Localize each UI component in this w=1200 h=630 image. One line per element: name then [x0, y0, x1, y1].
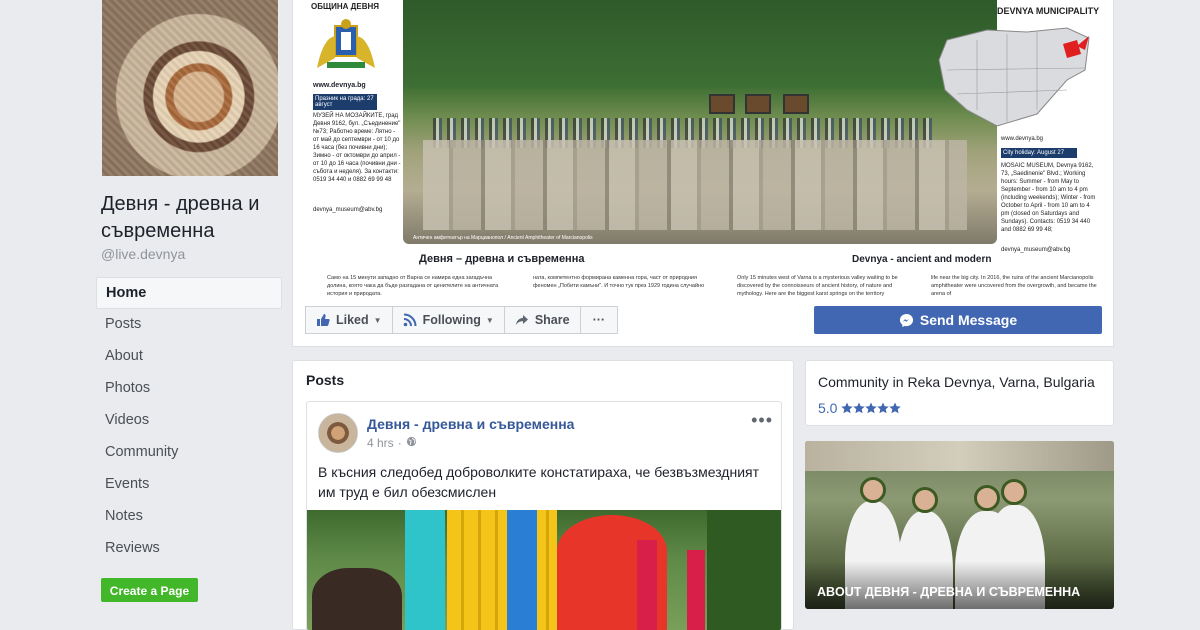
liked-button[interactable]: Liked ▼	[305, 306, 393, 334]
rating-stars	[841, 402, 902, 415]
globe-icon[interactable]	[406, 436, 417, 450]
rating-value: 5.0	[818, 400, 838, 416]
posts-card: Posts Девня - древна и съвременна 4 hrs …	[292, 360, 794, 630]
page-rating[interactable]: 5.0	[818, 400, 902, 416]
page-handle[interactable]: @live.devnya	[101, 246, 185, 262]
thumbs-up-icon	[316, 313, 330, 327]
cover-body-en-2: life near the big city. In 2016, the rui…	[931, 275, 1097, 296]
cover-municipality-en: DEVNYA MUNICIPALITY	[997, 6, 1100, 16]
page-actions: Liked ▼ Following ▼ Share ···	[305, 306, 619, 334]
cover-body-en: Only 15 minutes west of Varna is a myste…	[737, 275, 898, 296]
post-text: В късния следобед доброволките констатир…	[318, 464, 760, 500]
avatar[interactable]	[318, 413, 358, 453]
share-arrow-icon	[515, 313, 529, 327]
coat-of-arms-icon	[317, 19, 375, 68]
cover-municipality-bg: ОБЩИНА ДЕВНЯ	[311, 2, 379, 11]
cover-photo-caption: Античен амфитеатър на Марцианопол / Anci…	[413, 235, 593, 241]
cover-museum-en: MOSAIC MUSEUM, Devnya 9162, 73, „Saedine…	[1001, 163, 1096, 233]
cover-email-en: devnya_museum@abv.bg	[1001, 247, 1071, 253]
cover-photo[interactable]: ОБЩИНА ДЕВНЯ www.devnya.bg Празник на гр…	[307, 0, 1101, 296]
nav-item-notes[interactable]: Notes	[96, 501, 282, 533]
liked-label: Liked	[336, 313, 369, 327]
create-page-button[interactable]: Create a Page	[101, 578, 198, 602]
post-options-icon[interactable]: •••	[751, 410, 773, 431]
messenger-icon	[899, 313, 914, 328]
cover-email-bg: devnya_museum@abv.bg	[313, 207, 383, 213]
rss-icon	[403, 313, 417, 327]
about-photo-label: ABOUT ДЕВНЯ - ДРЕВНА И СЪВРЕМЕННА	[817, 585, 1081, 599]
send-message-label: Send Message	[919, 312, 1018, 328]
about-photo-card[interactable]: ABOUT ДЕВНЯ - ДРЕВНА И СЪВРЕМЕННА	[805, 441, 1114, 609]
cover-body-bg-2: ната, компетентно формирана каменна гора…	[533, 275, 705, 289]
cover-caption-bg: Девня – древна и съвременна	[419, 253, 585, 265]
following-button[interactable]: Following ▼	[391, 306, 505, 334]
nav-item-reviews[interactable]: Reviews	[96, 533, 282, 565]
cover-body-bg: Само на 15 минути западно от Варна се на…	[327, 275, 499, 296]
post-meta: 4 hrs ·	[367, 436, 417, 450]
page-category-location[interactable]: Community in Reka Devnya, Varna, Bulgari…	[818, 374, 1095, 390]
cover-left-panel: ОБЩИНА ДЕВНЯ www.devnya.bg Празник на гр…	[307, 0, 403, 296]
post-image[interactable]	[307, 510, 781, 630]
cover-museum-bg: МУЗЕЙ НА МОЗАЙКИТЕ, град Девня 9162, бул…	[313, 113, 401, 183]
chevron-down-icon: ▼	[485, 315, 494, 325]
post-author[interactable]: Девня - древна и съвременна	[367, 416, 574, 432]
bulgaria-map-icon	[938, 27, 1090, 127]
about-card: Community in Reka Devnya, Varna, Bulgari…	[805, 360, 1114, 426]
nav-item-posts[interactable]: Posts	[96, 309, 282, 341]
share-button[interactable]: Share	[503, 306, 581, 334]
send-message-button[interactable]: Send Message	[814, 306, 1102, 334]
post: Девня - древна и съвременна 4 hrs · ••• …	[306, 401, 782, 630]
cover-amphitheater-photo: Античен амфитеатър на Марцианопол / Anci…	[403, 0, 997, 244]
posts-heading[interactable]: Posts	[306, 372, 344, 388]
nav-item-about[interactable]: About	[96, 341, 282, 373]
cover-card: ОБЩИНА ДЕВНЯ www.devnya.bg Празник на гр…	[292, 0, 1114, 347]
cover-caption-en: Devnya - ancient and modern	[852, 254, 992, 265]
nav-item-community[interactable]: Community	[96, 437, 282, 469]
cover-url-en: www.devnya.bg	[1001, 136, 1044, 142]
page-title[interactable]: Девня - древна и съвременна	[101, 191, 281, 245]
cover-url: www.devnya.bg	[313, 82, 366, 89]
post-time[interactable]: 4 hrs	[367, 436, 394, 450]
following-label: Following	[422, 313, 481, 327]
more-options-button[interactable]: ···	[579, 306, 619, 334]
profile-picture[interactable]	[102, 0, 278, 176]
nav-item-videos[interactable]: Videos	[96, 405, 282, 437]
cover-holiday-en: City holiday: August 27	[1001, 148, 1077, 158]
page-nav: Home Posts About Photos Videos Community…	[96, 277, 282, 565]
nav-item-home[interactable]: Home	[96, 277, 282, 309]
nav-item-photos[interactable]: Photos	[96, 373, 282, 405]
chevron-down-icon: ▼	[373, 315, 382, 325]
share-label: Share	[534, 313, 570, 327]
nav-item-events[interactable]: Events	[96, 469, 282, 501]
cover-holiday-bg: Празник на града: 27 август	[313, 94, 377, 110]
